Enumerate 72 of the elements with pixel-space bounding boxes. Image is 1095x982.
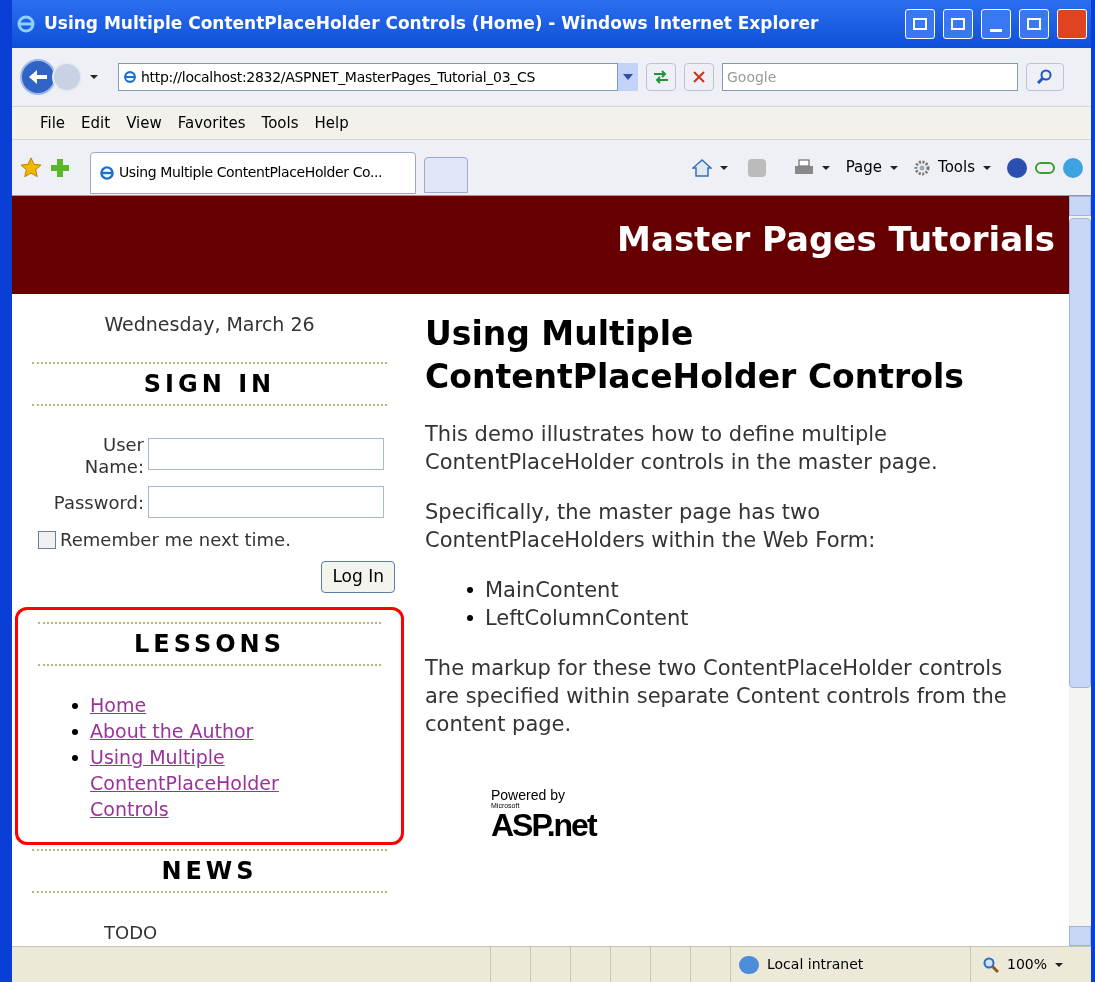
remember-checkbox[interactable]: [38, 530, 56, 549]
refresh-button[interactable]: [646, 63, 676, 91]
bullet-icon: [72, 703, 78, 709]
password-field[interactable]: [148, 486, 384, 518]
field-label: User Name:: [83, 434, 144, 478]
window-title: Using Multiple ContentPlaceHolder Controls (Home) - Windows Internet Explorer: [44, 12, 820, 36]
paragraph: Specifically, the master page has two ContentPlaceHolders within the Web Form:: [425, 498, 877, 554]
page-heading: Using Multiple ContentPlaceHolder Controls: [425, 312, 965, 398]
add-star-icon[interactable]: [50, 157, 70, 178]
caret-icon[interactable]: [1055, 961, 1064, 968]
section-heading: SIGN IN: [143, 370, 276, 398]
bullet-icon: [467, 614, 473, 621]
caret-icon[interactable]: [719, 164, 728, 171]
caret-icon[interactable]: [90, 74, 98, 80]
paragraph: This demo illustrates how to define multiple ContentPlaceHolder controls in the master page.: [425, 420, 939, 476]
maximize-button[interactable]: [1019, 9, 1049, 39]
back-arrow-icon: [29, 70, 47, 84]
tools-menu-button[interactable]: Tools: [938, 156, 975, 179]
zoom-icon: [983, 956, 999, 973]
site-title: Master Pages Tutorials: [617, 218, 1055, 261]
news-text: TODO: [103, 921, 159, 945]
browser-tab[interactable]: Using Multiple ContentPlaceHolder Co...: [90, 151, 416, 194]
list-item: MainContent: [485, 576, 619, 604]
address-field[interactable]: http://localhost:2832/ASPNET_MasterPages_Tutorial_03_CS: [118, 63, 618, 91]
bullet-icon: [467, 586, 473, 593]
zone-text: Local intranet: [767, 955, 864, 974]
arrows-icon: [653, 70, 669, 84]
checkbox-label: Remember me next time.: [60, 528, 291, 552]
paragraph: The markup for these two ContentPlaceHolder controls are specified within separate Content controls from the content page.: [425, 654, 1008, 738]
dropdown-button[interactable]: [618, 63, 638, 91]
menu-item[interactable]: View: [118, 111, 170, 135]
menu-item[interactable]: File: [32, 111, 74, 135]
date-text: Wednesday, March 26: [103, 311, 316, 337]
caret-icon: [623, 74, 633, 80]
caret-icon[interactable]: [983, 164, 991, 171]
browser-logo-icon: [16, 14, 36, 34]
star-icon[interactable]: [20, 156, 42, 179]
scrollbar[interactable]: [1069, 196, 1091, 946]
powered-by-text: Powered by: [491, 787, 566, 802]
user-name-field[interactable]: [148, 438, 384, 470]
print-icon[interactable]: [793, 158, 814, 177]
stop-button[interactable]: [684, 63, 714, 91]
search-field[interactable]: Google: [722, 63, 1018, 91]
menu-item[interactable]: Favorites: [169, 111, 254, 135]
lesson-link[interactable]: Using Multiple ContentPlaceHolder Controls: [90, 744, 320, 822]
caret-icon[interactable]: [821, 164, 830, 171]
asp-net-logo: ASP.net: [491, 808, 598, 841]
caret-icon[interactable]: [890, 164, 899, 171]
back-button[interactable]: [20, 59, 56, 95]
menu-item[interactable]: Help: [306, 111, 357, 135]
page-menu-button[interactable]: Page: [845, 156, 883, 179]
bullet-icon: [72, 755, 78, 761]
list-item: LeftColumnContent: [485, 604, 689, 632]
lesson-link[interactable]: Home: [90, 692, 320, 718]
close-icon: [693, 71, 705, 83]
minimize-button[interactable]: [981, 9, 1011, 39]
gear-icon[interactable]: [914, 159, 931, 176]
page-icon: [99, 164, 115, 181]
search-icon: [1037, 69, 1053, 85]
menu-item[interactable]: Edit: [73, 111, 119, 135]
page-icon: [123, 70, 137, 84]
field-label: Password:: [52, 490, 144, 515]
section-heading: NEWS: [161, 857, 258, 885]
search-button[interactable]: [1026, 63, 1064, 91]
section-heading: LESSONS: [134, 630, 285, 658]
home-icon[interactable]: [691, 157, 712, 178]
close-button[interactable]: [1057, 9, 1087, 39]
bullet-icon: [72, 729, 78, 735]
menu-item[interactable]: Tools: [253, 111, 307, 135]
log-in-button[interactable]: Log In: [321, 561, 395, 593]
zoom-button[interactable]: 100%: [971, 947, 1091, 982]
lesson-link[interactable]: About the Author: [90, 718, 320, 744]
